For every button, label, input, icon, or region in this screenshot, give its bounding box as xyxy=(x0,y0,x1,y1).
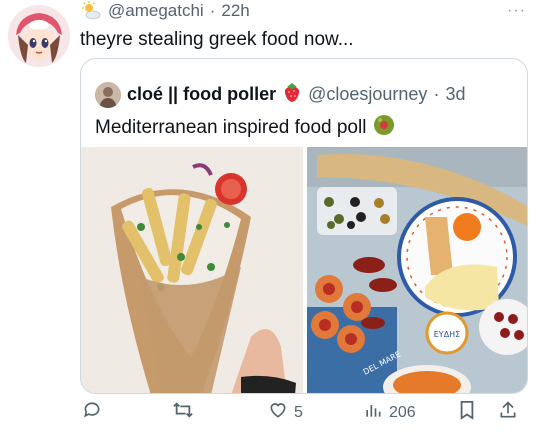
quote-author-handle[interactable]: @cloesjourney xyxy=(308,84,427,105)
more-dots-icon[interactable]: ··· xyxy=(507,2,526,20)
retweet-icon xyxy=(172,400,194,425)
quote-display-name[interactable]: cloé || food poller xyxy=(127,84,276,105)
like-count: 5 xyxy=(294,403,303,421)
like-button[interactable]: 5 xyxy=(268,400,303,425)
share-button[interactable] xyxy=(498,400,518,425)
package-label: ΕΥΔΗΣ xyxy=(434,330,460,339)
tweet-text: theyre stealing greek food now... xyxy=(80,29,354,50)
separator-dot: · xyxy=(433,84,440,104)
tweet-header: @amegatchi · 22h xyxy=(80,0,250,22)
quote-author-avatar[interactable] xyxy=(95,81,121,108)
gyro-photo[interactable] xyxy=(81,147,303,393)
mezze-platter-photo[interactable]: ΕΥΔΗΣ DEL MARE xyxy=(307,147,527,393)
olive-icon xyxy=(372,113,396,143)
share-icon xyxy=(498,400,518,425)
author-avatar[interactable] xyxy=(8,5,70,67)
quote-text: Mediterranean inspired food poll xyxy=(95,117,367,138)
tweet-time[interactable]: 22h xyxy=(221,1,249,21)
reply-button[interactable] xyxy=(82,400,108,425)
views-button[interactable]: 206 xyxy=(363,400,416,425)
action-bar: 5 206 xyxy=(78,400,528,428)
bookmark-icon xyxy=(458,400,476,425)
quote-time[interactable]: 3d xyxy=(445,84,465,105)
quote-text-row: Mediterranean inspired food poll xyxy=(95,113,396,143)
quote-header: cloé || food poller @cloesjourney · 3d xyxy=(95,81,465,108)
weather-sun-icon xyxy=(80,0,102,22)
separator-dot: · xyxy=(209,1,216,20)
quoted-tweet[interactable]: cloé || food poller @cloesjourney · 3d M… xyxy=(80,58,528,394)
retweet-button[interactable] xyxy=(172,400,200,425)
views-chart-icon xyxy=(363,400,383,425)
views-count: 206 xyxy=(389,403,416,421)
heart-icon xyxy=(268,400,288,425)
bookmark-button[interactable] xyxy=(458,400,476,425)
strawberry-icon xyxy=(282,81,302,108)
reply-icon xyxy=(82,400,102,425)
author-handle[interactable]: @amegatchi xyxy=(108,1,204,21)
